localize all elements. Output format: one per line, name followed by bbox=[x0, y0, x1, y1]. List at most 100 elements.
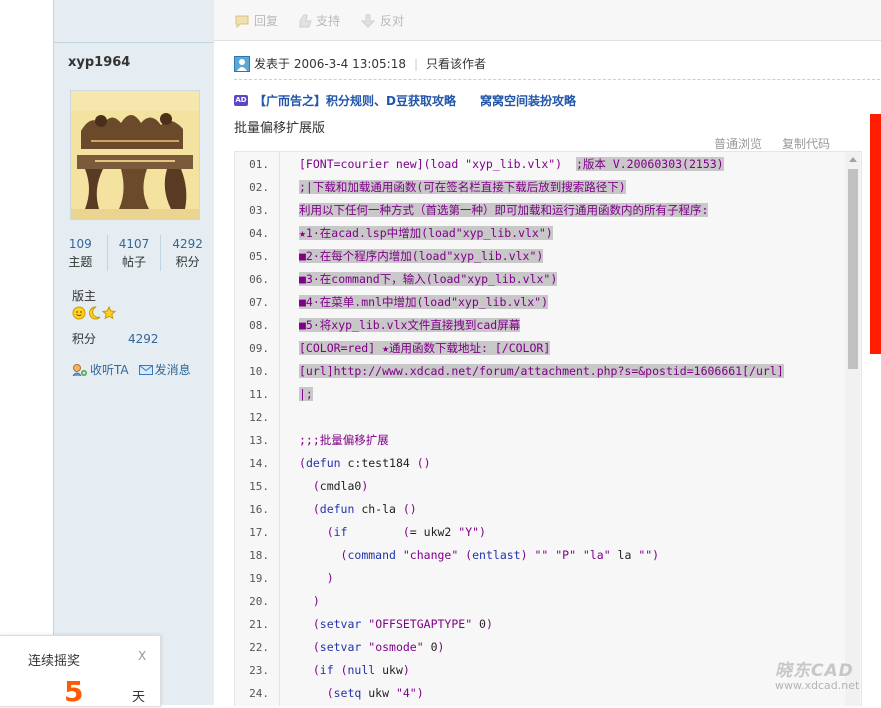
code-token: ) bbox=[299, 594, 320, 608]
plain-view-link[interactable]: 普通浏览 bbox=[714, 135, 762, 152]
code-token: "osmode" bbox=[368, 640, 424, 654]
stat-posts[interactable]: 4107 帖子 bbox=[106, 235, 161, 271]
code-token: ★1·在acad.lsp中增加(load"xyp_lib.vlx") bbox=[299, 226, 553, 240]
code-token: ( bbox=[299, 525, 334, 539]
line-number: 13. bbox=[249, 434, 269, 447]
user-stats: 109 主题 4107 帖子 4292 积分 bbox=[54, 235, 214, 271]
code-token: ( bbox=[299, 686, 334, 700]
dashed-divider bbox=[234, 79, 880, 80]
code-token: "") bbox=[638, 548, 660, 562]
line-number: 21. bbox=[249, 618, 269, 631]
stat-threads[interactable]: 109 主题 bbox=[54, 235, 107, 271]
only-author-link[interactable]: 只看该作者 bbox=[426, 55, 486, 72]
line-number: 18. bbox=[249, 549, 269, 562]
sun-icon bbox=[72, 306, 86, 320]
code-line: 03. 利用以下任何一种方式（首选第一种）即可加载和运行通用函数内的所有子程序: bbox=[235, 199, 845, 222]
code-token: ■3·在command下，输入(load"xyp_lib.vlx") bbox=[299, 272, 558, 286]
code-token: ukw bbox=[361, 686, 396, 700]
line-number: 24. bbox=[249, 687, 269, 700]
line-number: 09. bbox=[249, 342, 269, 355]
line-content: ;;;批量偏移扩展 bbox=[299, 429, 389, 452]
code-token: "Y" bbox=[458, 525, 480, 539]
code-token: [url]http://www.xdcad.net/forum/attachme… bbox=[299, 364, 784, 378]
side-red-bar[interactable] bbox=[870, 114, 881, 354]
code-line: 01. [FONT=courier new](load "xyp_lib.vlx"… bbox=[235, 153, 845, 176]
close-icon[interactable]: X bbox=[138, 649, 146, 663]
code-token: ) bbox=[402, 663, 410, 677]
code-token: if bbox=[333, 525, 348, 539]
user-rank: 版主 bbox=[72, 289, 97, 303]
code-line: 08. ■5·将xyp_lib.vlx文件直接拽到cad屏幕 bbox=[235, 314, 845, 337]
line-content: ■5·将xyp_lib.vlx文件直接拽到cad屏幕 bbox=[299, 314, 521, 337]
line-content: ;|下载和加载通用函数(可在签名栏直接下载后放到搜索路径下) bbox=[299, 176, 626, 199]
line-number: 01. bbox=[249, 158, 269, 171]
code-token: ( bbox=[347, 525, 410, 539]
line-number: 23. bbox=[249, 664, 269, 677]
line-number: 19. bbox=[249, 572, 269, 585]
code-toolbar: 普通浏览 复制代码 bbox=[714, 135, 830, 152]
code-token: ) bbox=[299, 571, 334, 585]
code-token: ■2·在每个程序内增加(load"xyp_lib.vlx") bbox=[299, 249, 544, 263]
scroll-thumb[interactable] bbox=[848, 169, 858, 369]
username[interactable]: xyp1964 bbox=[68, 55, 130, 70]
code-token: ukw bbox=[375, 663, 403, 677]
reply-button[interactable]: 回复 bbox=[234, 12, 278, 29]
code-token: "" "P" "la" bbox=[534, 548, 611, 562]
support-button[interactable]: 支持 bbox=[296, 12, 340, 29]
listen-link[interactable]: 收听TA bbox=[72, 361, 129, 378]
line-content: (defun ch-la () bbox=[299, 498, 417, 521]
stat-credits[interactable]: 4292 积分 bbox=[160, 235, 214, 271]
code-token: = ukw2 bbox=[409, 525, 459, 539]
copy-code-link[interactable]: 复制代码 bbox=[782, 135, 830, 152]
code-scrollbar[interactable] bbox=[845, 152, 860, 706]
scroll-up-arrow-icon[interactable] bbox=[849, 157, 857, 162]
code-line: 04. ★1·在acad.lsp中增加(load"xyp_lib.vlx") bbox=[235, 222, 845, 245]
envelope-icon bbox=[138, 364, 153, 375]
avatar[interactable] bbox=[70, 90, 200, 220]
line-content: 利用以下任何一种方式（首选第一种）即可加载和运行通用函数内的所有子程序: bbox=[299, 199, 709, 222]
line-number: 07. bbox=[249, 296, 269, 309]
code-token: ( bbox=[333, 663, 348, 677]
ad-link-rules[interactable]: 【广而告之】积分规则、D豆获取攻略 bbox=[254, 92, 456, 109]
code-token: () bbox=[402, 502, 417, 516]
code-token: () bbox=[416, 456, 431, 470]
post-time: 发表于 2006-3-4 13:05:18 bbox=[254, 57, 406, 71]
line-content: [FONT=courier new](load "xyp_lib.vlx") ;… bbox=[299, 153, 724, 176]
line-content: (defun c:test184 () bbox=[299, 452, 431, 475]
code-token: 0 bbox=[472, 617, 486, 631]
line-content: (setvar "OFFSETGAPTYPE" 0) bbox=[299, 613, 493, 636]
code-token: ( bbox=[299, 663, 320, 677]
line-content: ) bbox=[299, 590, 320, 613]
message-link[interactable]: 发消息 bbox=[138, 361, 191, 378]
code-line: 13. ;;;批量偏移扩展 bbox=[235, 429, 845, 452]
ad-icon: AD bbox=[234, 95, 248, 106]
line-number: 06. bbox=[249, 273, 269, 286]
user-credit: 积分 4292 bbox=[72, 332, 159, 346]
oppose-button[interactable]: 反对 bbox=[360, 12, 404, 29]
code-token: la bbox=[610, 548, 639, 562]
code-token: defun bbox=[305, 456, 341, 470]
code-line: 07. ■4·在菜单.mnl中增加(load"xyp_lib.vlx") bbox=[235, 291, 845, 314]
code-token: ( bbox=[299, 617, 320, 631]
code-token: entlast bbox=[472, 548, 521, 562]
code-token: ■5·将xyp_lib.vlx文件直接拽到cad屏幕 bbox=[299, 318, 521, 332]
code-token: [COLOR=red] ★通用函数下载地址: [/COLOR] bbox=[299, 341, 551, 355]
code-line: 15. (cmdla0) bbox=[235, 475, 845, 498]
ad-link-space[interactable]: 窝窝空间装扮攻略 bbox=[480, 92, 576, 109]
line-content: [COLOR=red] ★通用函数下载地址: [/COLOR] bbox=[299, 337, 551, 360]
code-line: 20. ) bbox=[235, 590, 845, 613]
rank-icons bbox=[72, 306, 116, 320]
user-actions: 收听TA 发消息 bbox=[72, 361, 191, 378]
code-token: ( bbox=[458, 548, 473, 562]
post-main: 回复 支持 反对 发表于 2006-3-4 13:05:18 | 只看该作者 A… bbox=[214, 0, 881, 706]
code-line: 09. [COLOR=red] ★通用函数下载地址: [/COLOR] bbox=[235, 337, 845, 360]
code-token: ) bbox=[520, 548, 535, 562]
line-number: 02. bbox=[249, 181, 269, 194]
line-number: 16. bbox=[249, 503, 269, 516]
code-block[interactable]: 01. [FONT=courier new](load "xyp_lib.vlx"… bbox=[234, 151, 862, 706]
code-token: ) bbox=[416, 686, 424, 700]
ad-row: AD 【广而告之】积分规则、D豆获取攻略 窝窝空间装扮攻略 bbox=[234, 92, 576, 109]
streak-count: 5 bbox=[64, 675, 84, 708]
code-token: "change" bbox=[402, 548, 459, 562]
